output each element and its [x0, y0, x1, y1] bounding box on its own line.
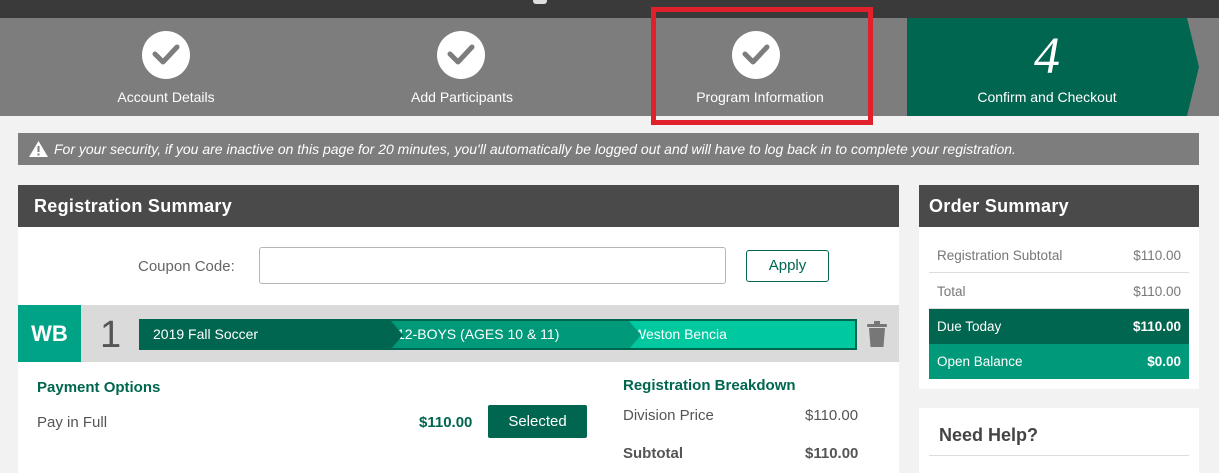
registration-breakdown-title: Registration Breakdown: [623, 377, 796, 394]
security-notice-text: For your security, if you are inactive o…: [54, 141, 1016, 157]
step-account-details[interactable]: Account Details: [0, 18, 332, 116]
apply-button[interactable]: Apply: [746, 250, 829, 282]
top-bar: [0, 0, 1219, 18]
payment-amount: $110.00: [419, 414, 473, 431]
highlight-box: [651, 7, 873, 125]
subtotal-label: Subtotal: [623, 445, 683, 462]
payment-options-title: Payment Options: [37, 379, 161, 396]
row-label: Total: [937, 284, 966, 299]
need-help-panel: Need Help?: [919, 408, 1199, 473]
row-label: Registration Subtotal: [937, 248, 1063, 263]
step-add-participants[interactable]: Add Participants: [332, 18, 592, 116]
row-value: $110.00: [1132, 319, 1181, 334]
order-row-open-balance: Open Balance $0.00: [929, 344, 1189, 379]
step-arrow: [1187, 18, 1199, 116]
panel-title: Order Summary: [919, 185, 1199, 227]
order-row-registration-subtotal: Registration Subtotal $110.00: [929, 238, 1189, 273]
check-circle-icon: [437, 31, 485, 79]
row-value: $0.00: [1147, 354, 1181, 369]
order-row-total: Total $110.00: [929, 274, 1189, 309]
row-value: $110.00: [1133, 284, 1181, 299]
trash-icon[interactable]: [867, 321, 887, 347]
participant-breadcrumb: 2019 Fall Soccer 12-BOYS (AGES 10 & 11) …: [139, 319, 857, 350]
order-row-due-today: Due Today $110.00: [929, 309, 1189, 344]
coupon-label: Coupon Code:: [138, 258, 235, 275]
payment-option-label: Pay in Full: [37, 414, 108, 431]
participant-number: 1: [100, 314, 122, 356]
step-number: 4: [1034, 28, 1060, 85]
logo-fragment: [533, 0, 547, 4]
participant-row: WB 1 2019 Fall Soccer 12-BOYS (AGES 10 &…: [18, 305, 899, 362]
selected-button[interactable]: Selected: [488, 405, 587, 438]
need-help-title: Need Help?: [939, 425, 1039, 445]
row-label: Due Today: [937, 319, 1002, 334]
check-circle-icon: [142, 31, 190, 79]
division-name: 12-BOYS (AGES 10 & 11): [379, 321, 641, 348]
step-confirm-and-checkout: 4 Confirm and Checkout: [907, 18, 1199, 116]
division-price-value: $110.00: [805, 407, 859, 424]
step-label: Confirm and Checkout: [977, 89, 1117, 105]
participant-name: Weston Bencia: [619, 321, 855, 348]
security-notice: For your security, if you are inactive o…: [18, 133, 1199, 165]
row-label: Open Balance: [937, 354, 1023, 369]
coupon-input[interactable]: [259, 247, 726, 284]
division-price-label: Division Price: [623, 407, 714, 424]
step-label: Account Details: [117, 89, 215, 105]
participant-avatar: WB: [18, 305, 81, 362]
program-name: 2019 Fall Soccer: [141, 321, 403, 348]
registration-summary-panel: Registration Summary Coupon Code: Apply …: [18, 185, 899, 473]
order-summary-panel: Order Summary Registration Subtotal $110.…: [919, 185, 1199, 389]
row-value: $110.00: [1133, 248, 1181, 263]
divider: [929, 455, 1189, 456]
subtotal-value: $110.00: [805, 445, 859, 462]
warning-icon: [29, 141, 48, 157]
panel-title: Registration Summary: [18, 185, 899, 227]
step-label: Add Participants: [411, 89, 513, 105]
